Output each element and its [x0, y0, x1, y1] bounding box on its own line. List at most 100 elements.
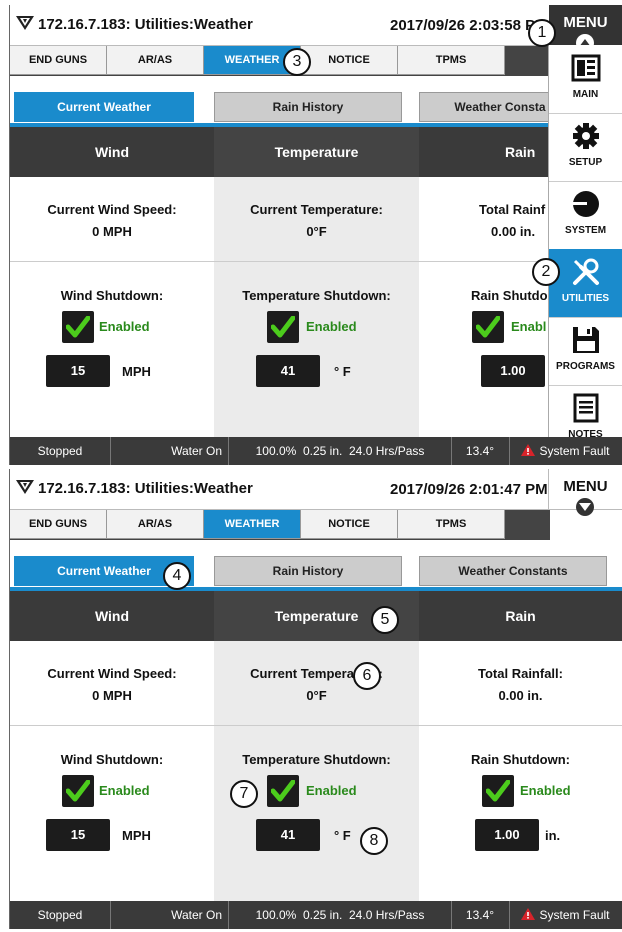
wind-threshold-input[interactable]: 15: [46, 355, 110, 387]
check-icon: [476, 316, 500, 338]
menu-item-programs[interactable]: PROGRAMS: [549, 317, 622, 386]
rain-threshold-input[interactable]: 1.00: [475, 819, 539, 851]
menu-item-utilities[interactable]: UTILITIES: [549, 249, 622, 318]
page-title: 172.16.7.183: Utilities:Weather: [38, 16, 253, 33]
check-icon: [486, 780, 510, 802]
status-state: Stopped: [10, 437, 111, 465]
title-bar: 172.16.7.183: Utilities:Weather 2017/09/…: [10, 469, 622, 516]
tab-weather[interactable]: WEATHER: [204, 510, 301, 539]
subtab-weather-constants[interactable]: Weather Constants: [419, 556, 607, 586]
wind-column: Wind Current Wind Speed: 0 MPH Wind Shut…: [10, 127, 215, 437]
total-rainfall-label: Total Rainfall:: [478, 666, 563, 681]
callout-6: 6: [353, 662, 381, 690]
wind-shutdown-label: Wind Shutdown:: [60, 752, 164, 767]
menu-item-main[interactable]: MAIN: [549, 45, 622, 114]
subtab-bar: Current Weather Rain History Weather Con…: [10, 551, 622, 591]
logo-icon: [16, 16, 34, 30]
rain-header: Rain: [419, 591, 622, 641]
notes-icon: [573, 393, 599, 423]
system-icon: [573, 191, 599, 217]
gear-icon: [573, 123, 599, 149]
wind-enabled-label: Enabled: [99, 783, 150, 798]
callout-8: 8: [360, 827, 388, 855]
wind-speed-label: Current Wind Speed:: [47, 202, 177, 217]
rain-shutdown-checkbox[interactable]: [482, 775, 514, 807]
current-temperature-value: 0°F: [306, 224, 327, 239]
temperature-unit: ° F: [334, 364, 351, 379]
menu-item-system-label: SYSTEM: [564, 225, 607, 236]
callout-2: 2: [532, 258, 560, 286]
warning-icon: [521, 444, 536, 456]
tab-notice[interactable]: NOTICE: [301, 510, 398, 539]
menu-button[interactable]: MENU: [549, 5, 622, 52]
temperature-shutdown-checkbox[interactable]: [267, 311, 299, 343]
warning-icon: [521, 908, 536, 920]
tab-tpms[interactable]: TPMS: [398, 46, 505, 75]
subtab-rain-history[interactable]: Rain History: [214, 556, 402, 586]
tab-ar-as[interactable]: AR/AS: [107, 46, 204, 75]
status-bar: Stopped Water On 100.0% 0.25 in. 24.0 Hr…: [10, 901, 622, 929]
current-temperature-value: 0°F: [306, 688, 327, 703]
wind-speed-value: 0 MPH: [92, 688, 132, 703]
wind-shutdown-label: Wind Shutdown:: [60, 288, 164, 303]
subtab-bar: Current Weather Rain History Weather Con…: [10, 87, 622, 127]
rain-threshold-input[interactable]: 1.00: [481, 355, 545, 387]
status-fault[interactable]: System Fault: [509, 901, 622, 929]
callout-3: 3: [283, 48, 311, 76]
menu-button[interactable]: MENU: [548, 469, 622, 516]
tab-end-guns[interactable]: END GUNS: [10, 46, 107, 75]
wind-shutdown-checkbox[interactable]: [62, 311, 94, 343]
subtab-current-weather[interactable]: Current Weather: [14, 92, 194, 122]
menu-item-notes[interactable]: NOTES: [549, 385, 622, 453]
temperature-header: Temperature: [214, 127, 419, 177]
wind-threshold-input[interactable]: 15: [46, 819, 110, 851]
logo-icon: [16, 480, 34, 494]
wind-speed-value: 0 MPH: [92, 224, 132, 239]
tab-bar: END GUNS AR/AS WEATHER NOTICE TPMS: [10, 510, 550, 540]
tab-tpms[interactable]: TPMS: [398, 510, 505, 539]
temperature-shutdown-label: Temperature Shutdown:: [242, 288, 391, 303]
status-angle: 13.4°: [451, 901, 510, 929]
datetime: 2017/09/26 2:03:58 PM: [390, 17, 548, 34]
status-water: Water On: [110, 437, 229, 465]
wind-header: Wind: [10, 127, 214, 177]
menu-item-main-label: MAIN: [572, 89, 599, 100]
status-water: Water On: [110, 901, 229, 929]
callout-1: 1: [528, 19, 556, 47]
wind-enabled-label: Enabled: [99, 319, 150, 334]
rain-column: Rain Total Rainfall: 0.00 in. Rain Shutd…: [419, 591, 622, 901]
current-temperature-label: Current Temperature:: [250, 202, 383, 217]
callout-7: 7: [230, 780, 258, 808]
utilities-icon: [573, 258, 599, 285]
tab-end-guns[interactable]: END GUNS: [10, 510, 107, 539]
menu-item-setup[interactable]: SETUP: [549, 113, 622, 182]
check-icon: [271, 780, 295, 802]
wind-speed-label: Current Wind Speed:: [47, 666, 177, 681]
save-icon: [573, 327, 599, 353]
chevron-down-icon: [576, 498, 594, 516]
callout-5: 5: [371, 606, 399, 634]
rain-shutdown-checkbox[interactable]: [472, 311, 504, 343]
status-info: 100.0% 0.25 in. 24.0 Hrs/Pass: [229, 901, 452, 929]
temperature-column: Temperature Current Temperature: 0°F Tem…: [214, 127, 420, 437]
datetime: 2017/09/26 2:01:47 PM: [390, 481, 548, 498]
temperature-enabled-label: Enabled: [306, 319, 357, 334]
status-bar: Stopped Water On 100.0% 0.25 in. 24.0 Hr…: [10, 437, 622, 465]
menu-label: MENU: [563, 478, 608, 495]
menu-item-programs-label: PROGRAMS: [556, 361, 615, 372]
temperature-threshold-input[interactable]: 41: [256, 355, 320, 387]
temperature-column: Temperature Current Temperature: 0°F Tem…: [214, 591, 420, 901]
screenshot-menu-open: 172.16.7.183: Utilities:Weather 2017/09/…: [9, 5, 622, 465]
tab-notice[interactable]: NOTICE: [301, 46, 398, 75]
status-info: 100.0% 0.25 in. 24.0 Hrs/Pass: [229, 437, 452, 465]
status-angle: 13.4°: [451, 437, 510, 465]
tab-ar-as[interactable]: AR/AS: [107, 510, 204, 539]
wind-unit: MPH: [122, 828, 151, 843]
wind-shutdown-checkbox[interactable]: [62, 775, 94, 807]
fault-label: System Fault: [539, 908, 610, 922]
subtab-rain-history[interactable]: Rain History: [214, 92, 402, 122]
temperature-threshold-input[interactable]: 41: [256, 819, 320, 851]
temperature-shutdown-checkbox[interactable]: [267, 775, 299, 807]
rain-shutdown-label: Rain Shutdown:: [471, 752, 570, 767]
menu-item-system[interactable]: SYSTEM: [549, 181, 622, 250]
